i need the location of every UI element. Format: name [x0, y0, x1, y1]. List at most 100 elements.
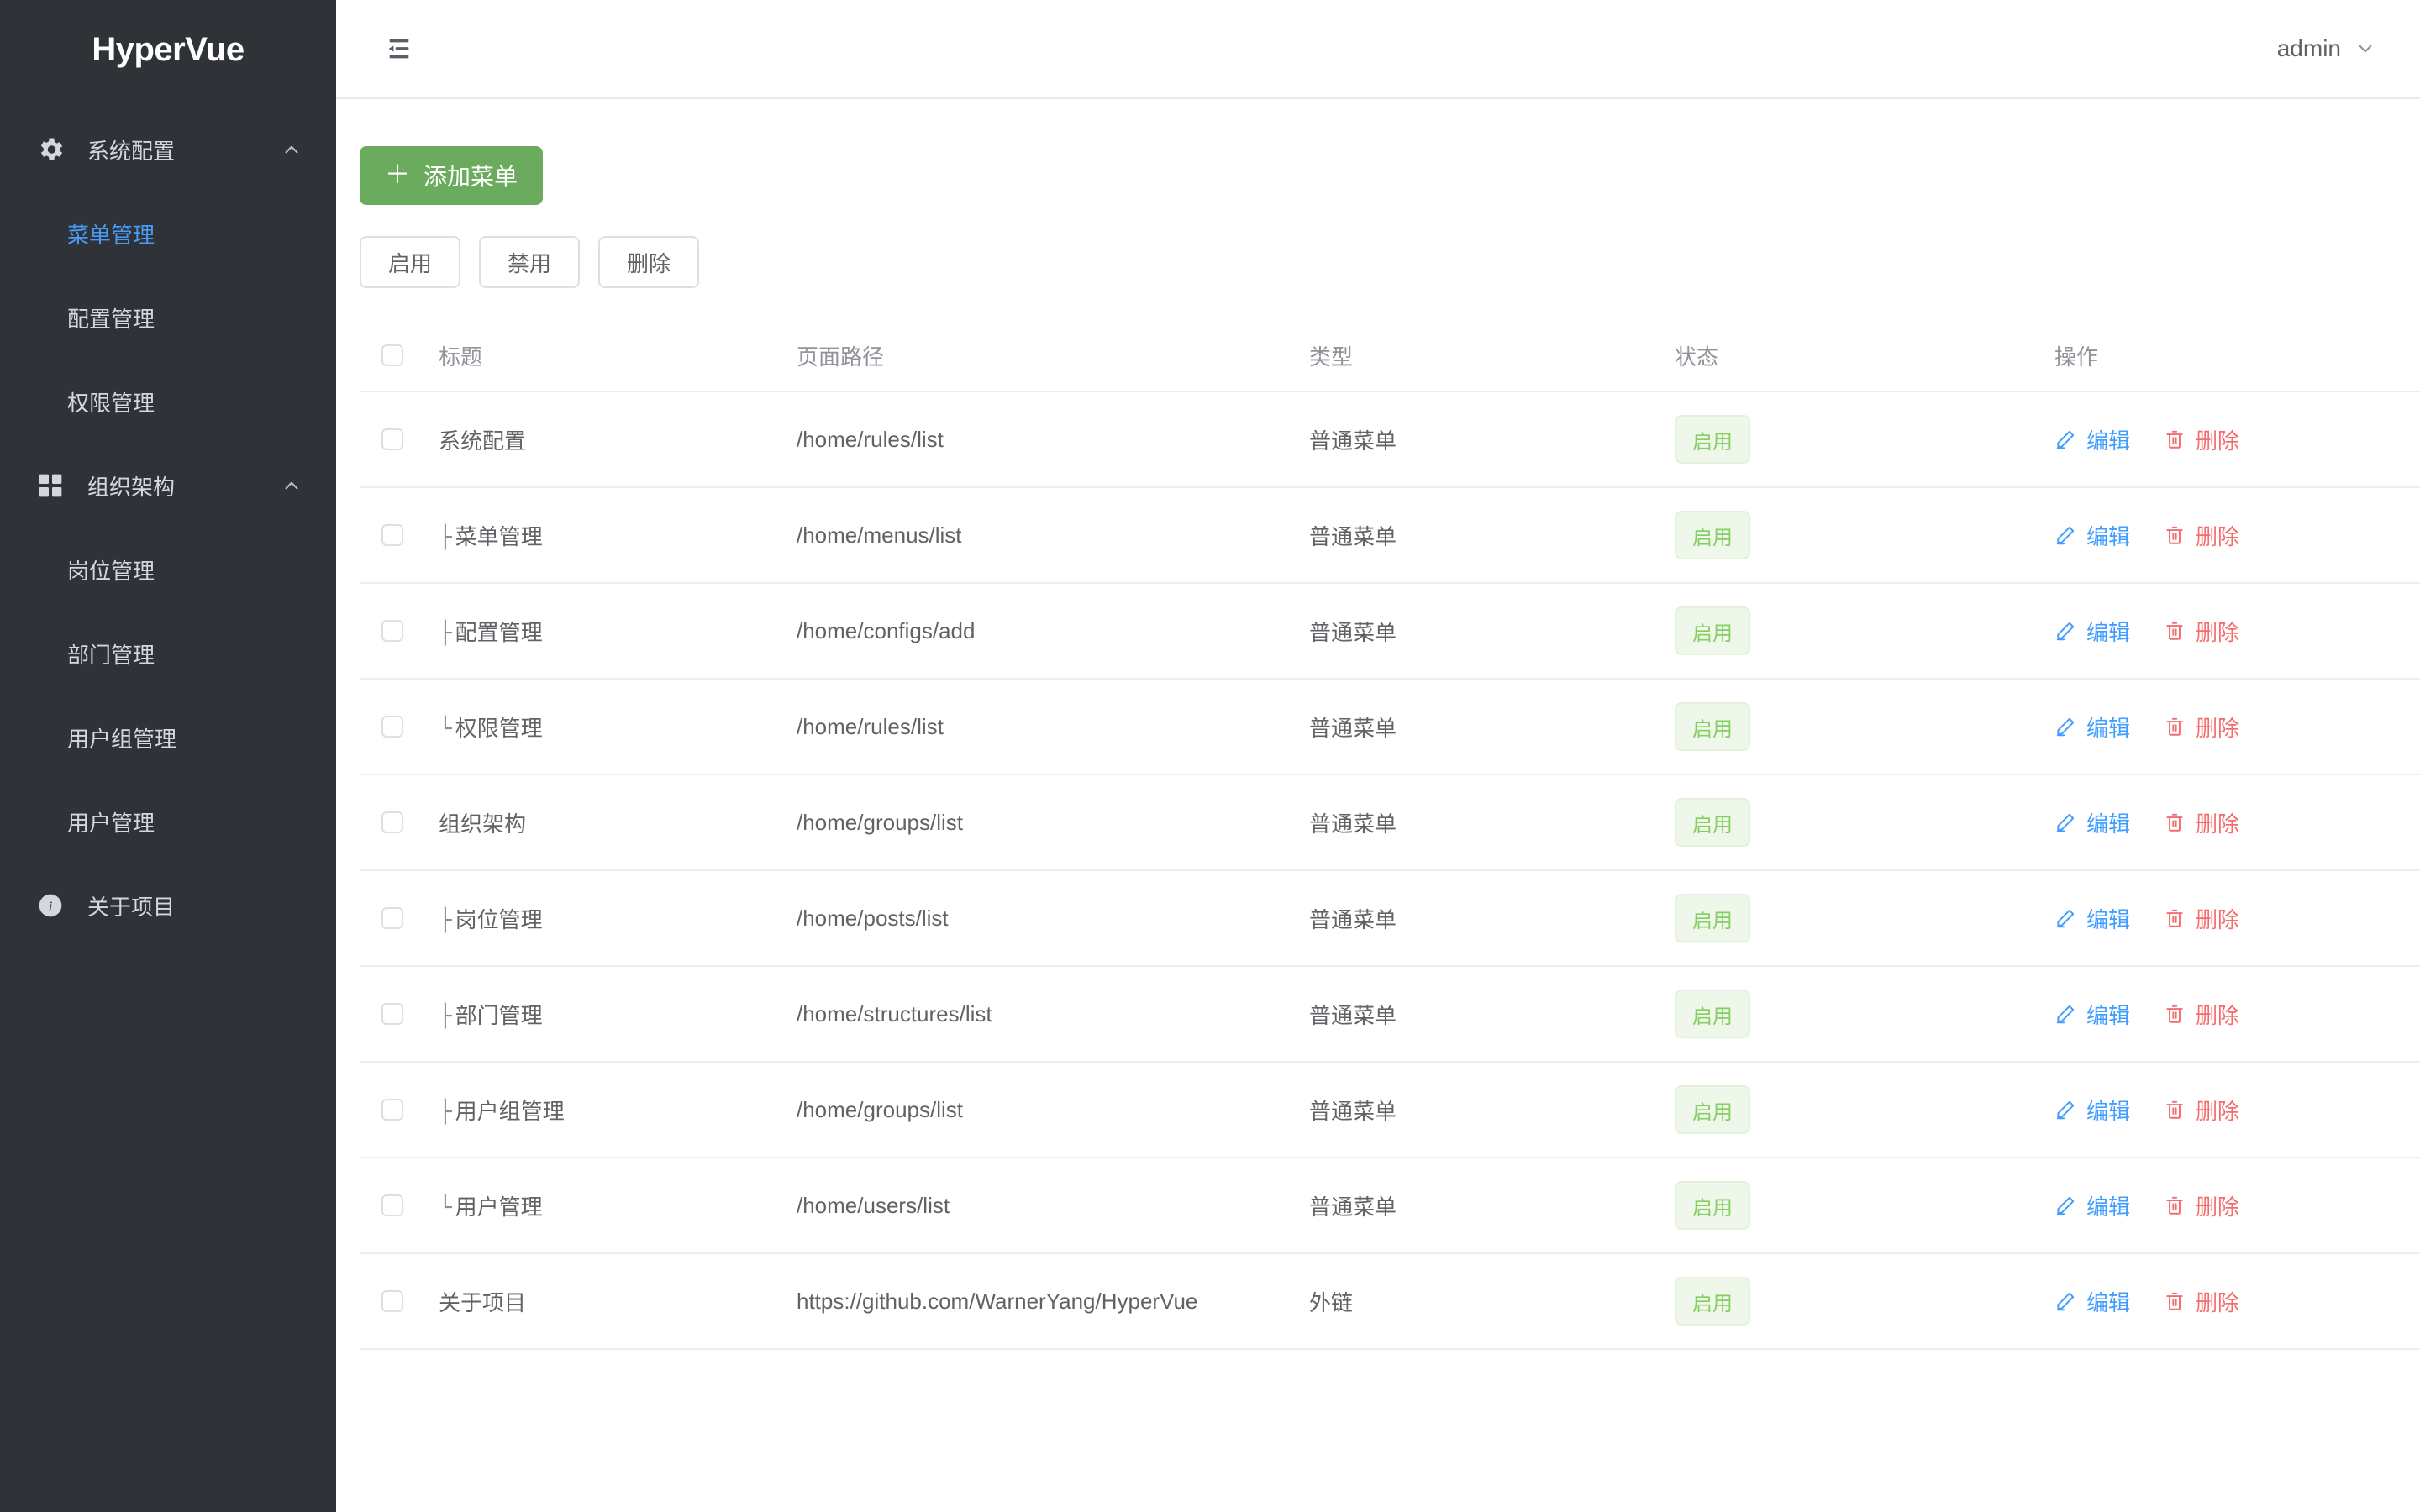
sidebar-group-system-config[interactable]: 系统配置: [0, 108, 336, 192]
select-all-cell: [360, 344, 427, 366]
edit-label: 编辑: [2086, 1194, 2131, 1220]
row-select-cell: [360, 907, 427, 929]
delete-action[interactable]: 删除: [2164, 999, 2239, 1030]
cell-type: 外链: [1309, 1289, 1354, 1315]
row-title: 配置管理: [455, 619, 543, 645]
status-badge: 启用: [1675, 798, 1750, 847]
row-checkbox[interactable]: [381, 428, 403, 450]
add-menu-button[interactable]: ＋ 添加菜单: [360, 146, 544, 205]
sidebar-item-post-management[interactable]: 岗位管理: [0, 528, 336, 612]
sidebar-item-permission-management[interactable]: 权限管理: [0, 360, 336, 444]
delete-label: 删除: [2196, 1289, 2240, 1315]
table-row: ├ 部门管理/home/structures/list 普通菜单 启用 编辑 删除: [360, 967, 2420, 1063]
sidebar-item-config-management[interactable]: 配置管理: [0, 276, 336, 360]
sidebar-item-department-management[interactable]: 部门管理: [0, 612, 336, 696]
sidebar-item-user-group-management[interactable]: 用户组管理: [0, 696, 336, 780]
status-badge: 启用: [1675, 511, 1750, 559]
row-select-cell: [360, 1194, 427, 1216]
delete-action[interactable]: 删除: [2164, 616, 2239, 647]
row-title: 用户组管理: [455, 1098, 565, 1124]
delete-button[interactable]: 删除: [598, 236, 700, 288]
table-row: ├ 配置管理/home/configs/add 普通菜单 启用 编辑 删除: [360, 584, 2420, 680]
delete-action[interactable]: 删除: [2164, 424, 2239, 455]
edit-action[interactable]: 编辑: [2054, 807, 2130, 838]
status-badge: 启用: [1675, 894, 1750, 942]
row-checkbox[interactable]: [381, 524, 403, 546]
row-checkbox[interactable]: [381, 1290, 403, 1312]
cell-title: 组织架构: [427, 807, 797, 838]
select-all-checkbox[interactable]: [381, 344, 403, 366]
trash-icon: [2164, 428, 2186, 450]
cell-title: ├ 菜单管理: [427, 520, 797, 551]
edit-action[interactable]: 编辑: [2054, 424, 2130, 455]
cell-status: 启用: [1675, 606, 2054, 655]
delete-action[interactable]: 删除: [2164, 903, 2239, 934]
row-checkbox[interactable]: [381, 1003, 403, 1025]
cell-path: /home/groups/list: [797, 809, 963, 835]
edit-action[interactable]: 编辑: [2054, 1190, 2130, 1221]
row-title: 关于项目: [439, 1289, 527, 1315]
edit-action[interactable]: 编辑: [2054, 1095, 2130, 1126]
cell-type: 普通菜单: [1309, 715, 1397, 741]
edit-action[interactable]: 编辑: [2054, 711, 2130, 743]
cell-type: 普通菜单: [1309, 1002, 1397, 1028]
cell-type: 普通菜单: [1309, 1194, 1397, 1220]
cell-operations: 编辑 删除: [2054, 616, 2420, 647]
pencil-icon: [2054, 524, 2076, 546]
cell-path: /home/users/list: [797, 1192, 950, 1218]
edit-label: 编辑: [2086, 1289, 2131, 1315]
cell-type: 普通菜单: [1309, 428, 1397, 454]
sidebar-item-menu-management[interactable]: 菜单管理: [0, 192, 336, 276]
edit-action[interactable]: 编辑: [2054, 903, 2130, 934]
edit-action[interactable]: 编辑: [2054, 999, 2130, 1030]
delete-label: 删除: [2196, 906, 2240, 932]
row-checkbox[interactable]: [381, 1099, 403, 1121]
sidebar-item-about-project[interactable]: i 关于项目: [0, 864, 336, 948]
edit-action[interactable]: 编辑: [2054, 1286, 2130, 1317]
edit-label: 编辑: [2086, 1002, 2131, 1028]
row-checkbox[interactable]: [381, 907, 403, 929]
table-row: 关于项目 https://github.com/WarnerYang/HyperV…: [360, 1254, 2420, 1350]
disable-button[interactable]: 禁用: [479, 236, 581, 288]
tree-prefix-icon: ├: [439, 1003, 452, 1029]
row-checkbox[interactable]: [381, 716, 403, 738]
edit-label: 编辑: [2086, 715, 2131, 741]
row-checkbox[interactable]: [381, 1194, 403, 1216]
edit-action[interactable]: 编辑: [2054, 520, 2130, 551]
cell-operations: 编辑 删除: [2054, 711, 2420, 743]
plus-icon: ＋: [385, 161, 410, 189]
delete-action[interactable]: 删除: [2164, 807, 2239, 838]
cell-title: 系统配置: [427, 424, 797, 455]
cell-path: /home/menus/list: [797, 522, 962, 548]
cell-type: 普通菜单: [1309, 619, 1397, 645]
edit-label: 编辑: [2086, 1098, 2131, 1124]
pencil-icon: [2054, 620, 2076, 642]
cell-type: 普通菜单: [1309, 906, 1397, 932]
trash-icon: [2164, 620, 2186, 642]
pencil-icon: [2054, 1290, 2076, 1312]
enable-button[interactable]: 启用: [360, 236, 461, 288]
edit-action[interactable]: 编辑: [2054, 616, 2130, 647]
delete-label: 删除: [2196, 619, 2240, 645]
delete-action[interactable]: 删除: [2164, 1190, 2239, 1221]
delete-action[interactable]: 删除: [2164, 1286, 2239, 1317]
delete-label: 删除: [2196, 1194, 2240, 1220]
delete-action[interactable]: 删除: [2164, 1095, 2239, 1126]
table-row: ├ 菜单管理/home/menus/list 普通菜单 启用 编辑 删除: [360, 488, 2420, 584]
cell-title: ├ 部门管理: [427, 999, 797, 1030]
cell-operations: 编辑 删除: [2054, 1286, 2420, 1317]
pencil-icon: [2054, 1003, 2076, 1025]
cell-title: ├ 用户组管理: [427, 1095, 797, 1126]
row-checkbox[interactable]: [381, 620, 403, 642]
fold-menu-icon[interactable]: [380, 29, 418, 68]
row-checkbox[interactable]: [381, 811, 403, 833]
svg-text:i: i: [49, 899, 53, 915]
pencil-icon: [2054, 1099, 2076, 1121]
delete-action[interactable]: 删除: [2164, 711, 2239, 743]
delete-action[interactable]: 删除: [2164, 520, 2239, 551]
row-title: 岗位管理: [455, 906, 543, 932]
sidebar-group-org-structure[interactable]: 组织架构: [0, 444, 336, 528]
sidebar-item-user-management[interactable]: 用户管理: [0, 780, 336, 864]
user-menu[interactable]: admin: [2277, 35, 2381, 62]
column-header-operations: 操作: [2054, 344, 2099, 370]
